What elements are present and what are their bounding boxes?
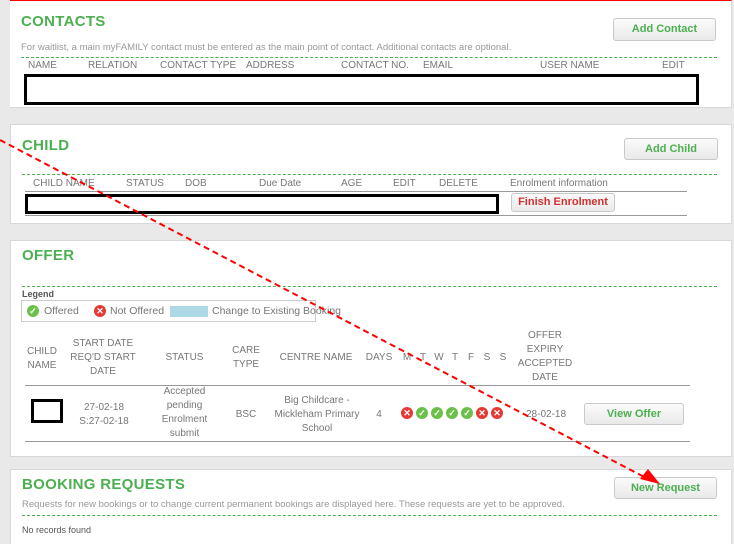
legend-change: Change to Existing Booking [212, 305, 341, 317]
row-status: Accepted pending Enrolment submit [161, 386, 208, 439]
cross-icon: ✕ [476, 407, 488, 419]
check-icon: ✓ [431, 407, 443, 419]
legend-change-swatch [170, 306, 208, 317]
child-header-line [25, 191, 687, 192]
add-contact-button[interactable]: Add Contact [613, 18, 716, 41]
contacts-title: CONTACTS [21, 13, 106, 30]
cross-icon: ✕ [491, 407, 503, 419]
new-request-button[interactable]: New Request [614, 477, 717, 499]
legend-box: ✓ Offered ✕ Not Offered Change to Existi… [21, 300, 341, 322]
row-start-date: 27-02-18 [83, 402, 125, 413]
col-weekday-w: W [434, 352, 444, 363]
col-contact-type: CONTACT TYPE [160, 60, 237, 71]
col-due-date: Due Date [259, 178, 302, 189]
col-dob: DOB [185, 178, 207, 189]
check-icon: ✓ [416, 407, 428, 419]
check-icon: ✓ [461, 407, 473, 419]
offer-title: OFFER [22, 247, 75, 264]
child-title: CHILD [22, 137, 70, 154]
col-child-name: CHILD NAME [26, 346, 57, 371]
booking-panel: BOOKING REQUESTS New Request Requests fo… [10, 469, 732, 544]
col-weekday-t: T [419, 352, 427, 363]
cross-icon: ✕ [401, 407, 413, 419]
col-address: ADDRESS [246, 60, 295, 71]
child-row-redacted [25, 194, 499, 214]
col-status: STATUS [165, 352, 204, 363]
col-edit: EDIT [393, 178, 416, 189]
booking-divider [22, 515, 717, 516]
col-name: NAME [28, 60, 57, 71]
contacts-divider [21, 57, 717, 58]
col-expiry: OFFER EXPIRY ACCEPTED DATE [517, 330, 573, 383]
row-expiry: 28-02-18 [525, 409, 567, 420]
col-status: STATUS [126, 178, 164, 189]
col-relation: RELATION [88, 60, 138, 71]
cross-icon: ✕ [94, 305, 106, 317]
col-user-name: USER NAME [540, 60, 600, 71]
col-weekday-s: S [483, 352, 491, 363]
no-records: No records found [22, 525, 92, 535]
child-row-line [25, 215, 687, 216]
child-divider [22, 174, 717, 175]
contacts-panel: CONTACTS Add Contact For waitlist, a mai… [10, 0, 732, 108]
offer-row-line [25, 441, 690, 442]
contacts-note: For waitlist, a main myFAMILY contact mu… [21, 42, 512, 53]
view-offer-button[interactable]: View Offer [584, 403, 684, 425]
col-age: AGE [341, 178, 363, 189]
check-icon: ✓ [446, 407, 458, 419]
offer-header-line [25, 385, 690, 386]
col-weekday-m: M [402, 352, 412, 363]
col-days: DAYS [365, 352, 393, 363]
col-child-name: CHILD NAME [33, 178, 95, 189]
col-edit: EDIT [662, 60, 685, 71]
col-weekday-s2: S [499, 352, 507, 363]
legend-label: Legend [22, 289, 55, 299]
col-weekday-t2: T [451, 352, 459, 363]
booking-note: Requests for new bookings or to change c… [22, 499, 565, 510]
col-enrolment-info: Enrolment information [510, 178, 608, 189]
row-care-type: BSC [235, 409, 257, 420]
legend-not-offered: Not Offered [110, 305, 165, 317]
check-icon: ✓ [27, 305, 39, 317]
day-status-icons: ✕ ✓ ✓ ✓ ✓ ✕ ✕ [401, 407, 511, 421]
col-delete: DELETE [439, 178, 478, 189]
col-email: EMAIL [423, 60, 454, 71]
finish-enrolment-button[interactable]: Finish Enrolment [511, 193, 615, 212]
col-contact-no: CONTACT NO. [341, 60, 409, 71]
col-start-date: START DATE REQ'D START DATE [70, 338, 136, 377]
booking-title: BOOKING REQUESTS [22, 476, 186, 493]
row-days: 4 [376, 409, 382, 420]
col-centre-name: CENTRE NAME [279, 352, 353, 363]
add-child-button[interactable]: Add Child [624, 138, 718, 160]
col-weekday-f: F [467, 352, 475, 363]
child-panel: CHILD Add Child CHILD NAME STATUS DOB Du… [10, 124, 732, 224]
contact-row-redacted [24, 74, 699, 105]
legend-offered: Offered [44, 305, 79, 317]
row-reqd-start: S:27-02-18 [79, 416, 129, 427]
offer-divider [22, 286, 717, 287]
offer-panel: OFFER Legend ✓ Offered ✕ Not Offered Cha… [10, 240, 732, 457]
col-care-type: CARE TYPE [232, 345, 260, 370]
offer-child-redacted [31, 399, 63, 423]
row-centre: Big Childcare - Mickleham Primary School [274, 395, 360, 434]
